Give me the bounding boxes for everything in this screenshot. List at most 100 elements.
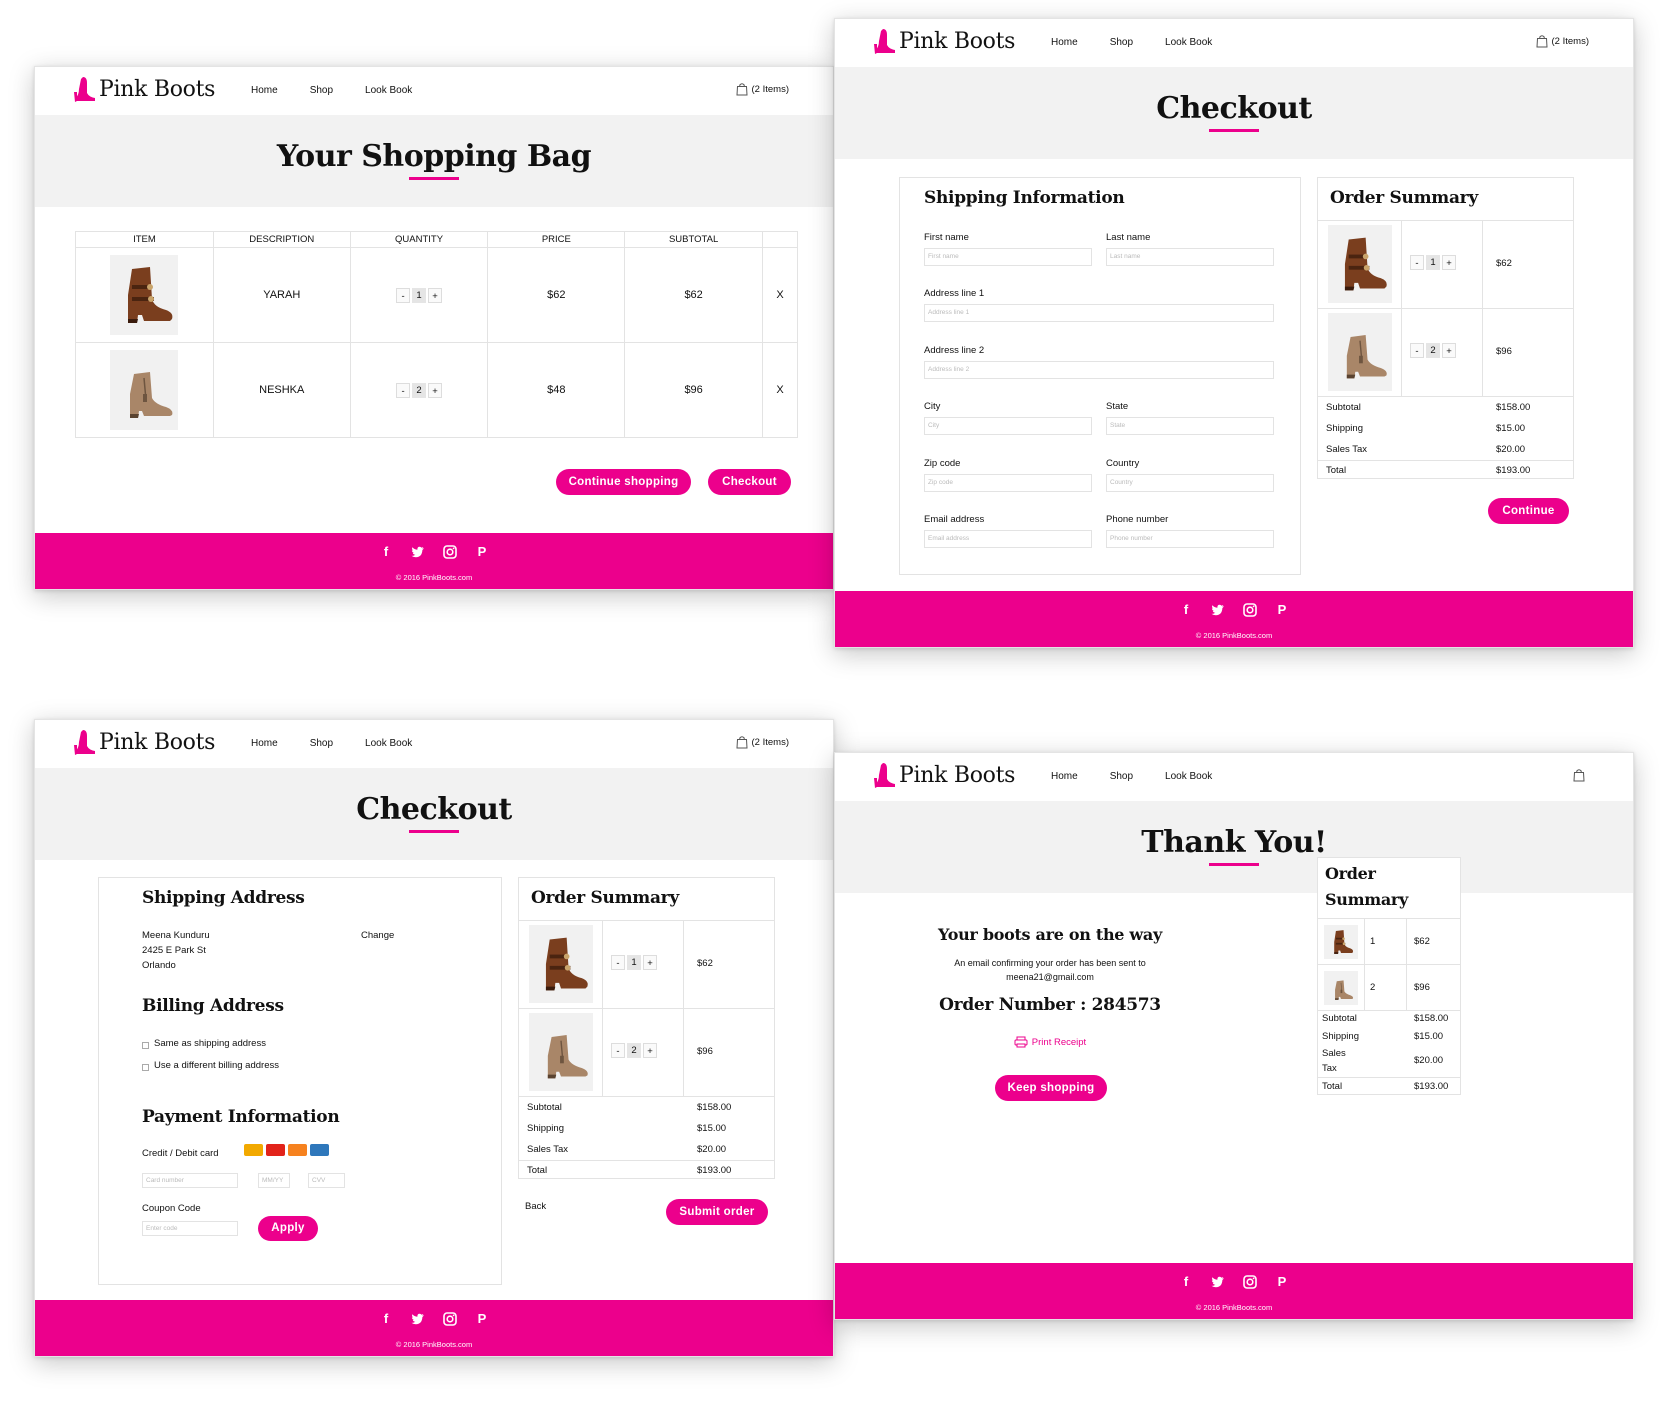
cart-link[interactable]: (2 Items) bbox=[736, 82, 789, 96]
nav-lookbook[interactable]: Look Book bbox=[365, 85, 412, 96]
qty-value[interactable]: 1 bbox=[412, 287, 427, 303]
last-name-input[interactable]: Last name bbox=[1106, 248, 1274, 266]
checkout-button[interactable]: Checkout bbox=[708, 469, 791, 495]
nav-lookbook[interactable]: Look Book bbox=[1165, 37, 1212, 48]
nav-home[interactable]: Home bbox=[251, 738, 278, 749]
facebook-icon[interactable]: f bbox=[379, 545, 393, 559]
city-input[interactable]: City bbox=[924, 417, 1092, 435]
back-link[interactable]: Back bbox=[525, 1201, 546, 1212]
col-subtotal: SUBTOTAL bbox=[624, 231, 764, 248]
order-summary: Order Summary - 1 + $62 - 2 + $96 Subtot… bbox=[518, 877, 775, 1179]
product-image[interactable] bbox=[1328, 313, 1392, 391]
remove-button[interactable]: X bbox=[762, 342, 798, 438]
product-image[interactable] bbox=[1324, 971, 1358, 1005]
continue-shopping-button[interactable]: Continue shopping bbox=[556, 469, 691, 495]
state-input[interactable]: State bbox=[1106, 417, 1274, 435]
product-image[interactable] bbox=[529, 925, 593, 1003]
facebook-icon[interactable]: f bbox=[1179, 1275, 1193, 1289]
nav-shop[interactable]: Shop bbox=[1110, 37, 1133, 48]
facebook-icon[interactable]: f bbox=[1179, 603, 1193, 617]
cart-link[interactable] bbox=[1573, 768, 1589, 782]
product-image[interactable] bbox=[1324, 925, 1358, 959]
discover-card-icon bbox=[288, 1144, 307, 1156]
qty-minus-button[interactable]: - bbox=[396, 382, 411, 398]
nav-home[interactable]: Home bbox=[1051, 37, 1078, 48]
facebook-icon[interactable]: f bbox=[379, 1312, 393, 1326]
change-address-link[interactable]: Change bbox=[361, 930, 394, 941]
product-image-yarah[interactable] bbox=[110, 255, 179, 335]
nav-shop[interactable]: Shop bbox=[1110, 771, 1133, 782]
page-title: Checkout bbox=[356, 792, 512, 827]
zip-input[interactable]: Zip code bbox=[924, 474, 1092, 492]
qty-plus-button[interactable]: + bbox=[1442, 255, 1456, 270]
totals: Subtotal $158.00 Shipping $15.00 Sales T… bbox=[1318, 396, 1573, 480]
quantity-stepper: - 2 + bbox=[396, 382, 443, 398]
cvv-input[interactable]: CVV bbox=[308, 1173, 345, 1188]
twitter-icon[interactable] bbox=[1211, 1275, 1225, 1289]
qty-plus-button[interactable]: + bbox=[643, 955, 657, 970]
submit-order-button[interactable]: Submit order bbox=[666, 1199, 768, 1225]
qty-value[interactable]: 1 bbox=[627, 955, 641, 970]
nav-home[interactable]: Home bbox=[251, 85, 278, 96]
nav-lookbook[interactable]: Look Book bbox=[1165, 771, 1212, 782]
first-name-input[interactable]: First name bbox=[924, 248, 1092, 266]
phone-input[interactable]: Phone number bbox=[1106, 530, 1274, 548]
subtotal-label: Subtotal bbox=[1326, 402, 1361, 413]
qty-value[interactable]: 2 bbox=[1426, 343, 1440, 358]
nav-shop[interactable]: Shop bbox=[310, 85, 333, 96]
product-image[interactable] bbox=[529, 1013, 593, 1091]
address2-input[interactable]: Address line 2 bbox=[924, 361, 1274, 379]
twitter-icon[interactable] bbox=[1211, 603, 1225, 617]
card-number-input[interactable]: Card number bbox=[142, 1173, 238, 1188]
qty-plus-button[interactable]: + bbox=[428, 382, 443, 398]
pinterest-icon[interactable]: P bbox=[475, 545, 489, 559]
keep-shopping-button[interactable]: Keep shopping bbox=[995, 1075, 1107, 1101]
qty-minus-button[interactable]: - bbox=[611, 955, 625, 970]
nav-shop[interactable]: Shop bbox=[310, 738, 333, 749]
brand-logo[interactable]: Pink Boots bbox=[73, 75, 215, 103]
brand-logo[interactable]: Pink Boots bbox=[873, 27, 1015, 55]
nav-lookbook[interactable]: Look Book bbox=[365, 738, 412, 749]
remove-button[interactable]: X bbox=[762, 247, 798, 343]
pinterest-icon[interactable]: P bbox=[1275, 603, 1289, 617]
qty-value[interactable]: 2 bbox=[412, 382, 427, 398]
instagram-icon[interactable] bbox=[443, 1312, 457, 1326]
qty-minus-button[interactable]: - bbox=[1410, 343, 1424, 358]
instagram-icon[interactable] bbox=[1243, 603, 1257, 617]
pinterest-icon[interactable]: P bbox=[1275, 1275, 1289, 1289]
apply-coupon-button[interactable]: Apply bbox=[258, 1216, 318, 1241]
qty-minus-button[interactable]: - bbox=[396, 287, 411, 303]
cart-link[interactable]: (2 Items) bbox=[1536, 34, 1589, 48]
product-image[interactable] bbox=[1328, 225, 1392, 303]
nav-home[interactable]: Home bbox=[1051, 771, 1078, 782]
qty-minus-button[interactable]: - bbox=[611, 1043, 625, 1058]
expiry-input[interactable]: MM/YY bbox=[258, 1173, 290, 1188]
product-name[interactable]: YARAH bbox=[212, 247, 351, 343]
instagram-icon[interactable] bbox=[443, 545, 457, 559]
twitter-icon[interactable] bbox=[411, 545, 425, 559]
product-name[interactable]: NESHKA bbox=[212, 342, 351, 438]
print-receipt-link[interactable]: Print Receipt bbox=[835, 1036, 1265, 1048]
product-image-neshka[interactable] bbox=[110, 350, 179, 430]
shipping-address-title: Shipping Address bbox=[142, 888, 305, 908]
pinterest-icon[interactable]: P bbox=[475, 1312, 489, 1326]
coupon-input[interactable]: Enter code bbox=[142, 1221, 238, 1236]
qty-plus-button[interactable]: + bbox=[428, 287, 443, 303]
email-input[interactable]: Email address bbox=[924, 530, 1092, 548]
brand-logo[interactable]: Pink Boots bbox=[73, 728, 215, 756]
qty-value[interactable]: 2 bbox=[627, 1043, 641, 1058]
qty-minus-button[interactable]: - bbox=[1410, 255, 1424, 270]
order-summary-title: Order Summary bbox=[531, 888, 679, 908]
brand-logo[interactable]: Pink Boots bbox=[873, 761, 1015, 789]
instagram-icon[interactable] bbox=[1243, 1275, 1257, 1289]
country-input[interactable]: Country bbox=[1106, 474, 1274, 492]
different-address-checkbox[interactable] bbox=[142, 1064, 149, 1071]
twitter-icon[interactable] bbox=[411, 1312, 425, 1326]
address1-input[interactable]: Address line 1 bbox=[924, 304, 1274, 322]
qty-plus-button[interactable]: + bbox=[643, 1043, 657, 1058]
cart-link[interactable]: (2 Items) bbox=[736, 735, 789, 749]
continue-button[interactable]: Continue bbox=[1488, 498, 1569, 524]
qty-value[interactable]: 1 bbox=[1426, 255, 1440, 270]
same-address-checkbox[interactable] bbox=[142, 1042, 149, 1049]
qty-plus-button[interactable]: + bbox=[1442, 343, 1456, 358]
